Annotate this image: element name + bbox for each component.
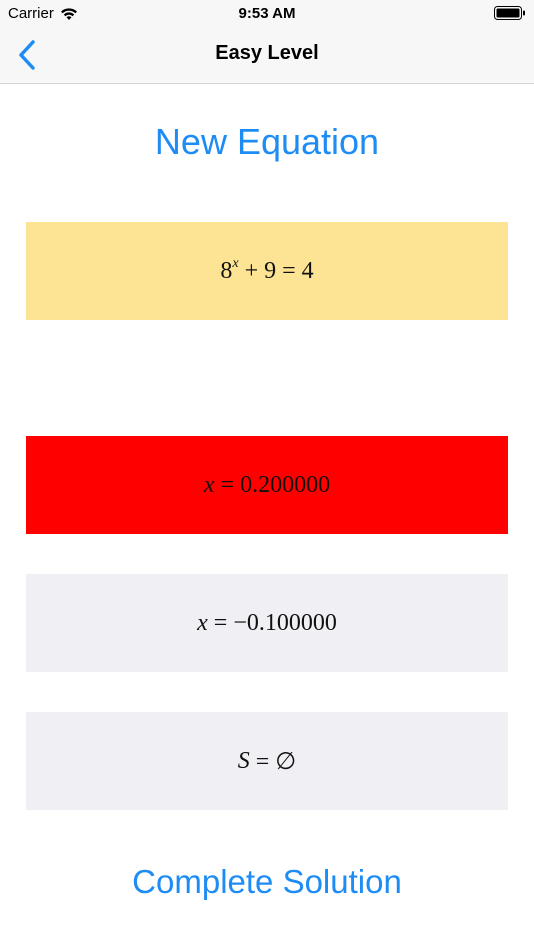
status-time: 9:53 AM: [238, 5, 296, 22]
battery-icon: [494, 6, 525, 20]
answer-2-value: = −0.100000: [207, 609, 337, 636]
equation-exponent: x: [232, 255, 239, 271]
answer-option-3[interactable]: S = ∅: [26, 712, 508, 810]
new-equation-button[interactable]: New Equation: [0, 120, 534, 164]
answer-1-variable: x: [203, 471, 215, 498]
answer-option-2[interactable]: x = −0.100000: [26, 574, 508, 672]
equation-text: 8x + 9 = 4: [220, 255, 314, 285]
answer-1-value: = 0.200000: [214, 471, 331, 498]
equation-rest: + 9 = 4: [238, 257, 314, 284]
status-bar: Carrier 9:53 AM: [0, 0, 534, 28]
complete-solution-button[interactable]: Complete Solution: [0, 862, 534, 902]
answer-3-value: = ∅: [249, 748, 297, 775]
answer-2-variable: x: [197, 609, 208, 636]
answer-option-1[interactable]: x = 0.200000: [26, 436, 508, 534]
page-title: Easy Level: [215, 42, 319, 64]
equation-card: 8x + 9 = 4: [26, 222, 508, 320]
navigation-bar: Easy Level: [0, 28, 534, 84]
equation-base: 8: [220, 257, 233, 284]
answer-3-variable: S: [237, 747, 250, 774]
app-screen: Carrier 9:53 AM Easy Level New Equation …: [0, 0, 534, 950]
